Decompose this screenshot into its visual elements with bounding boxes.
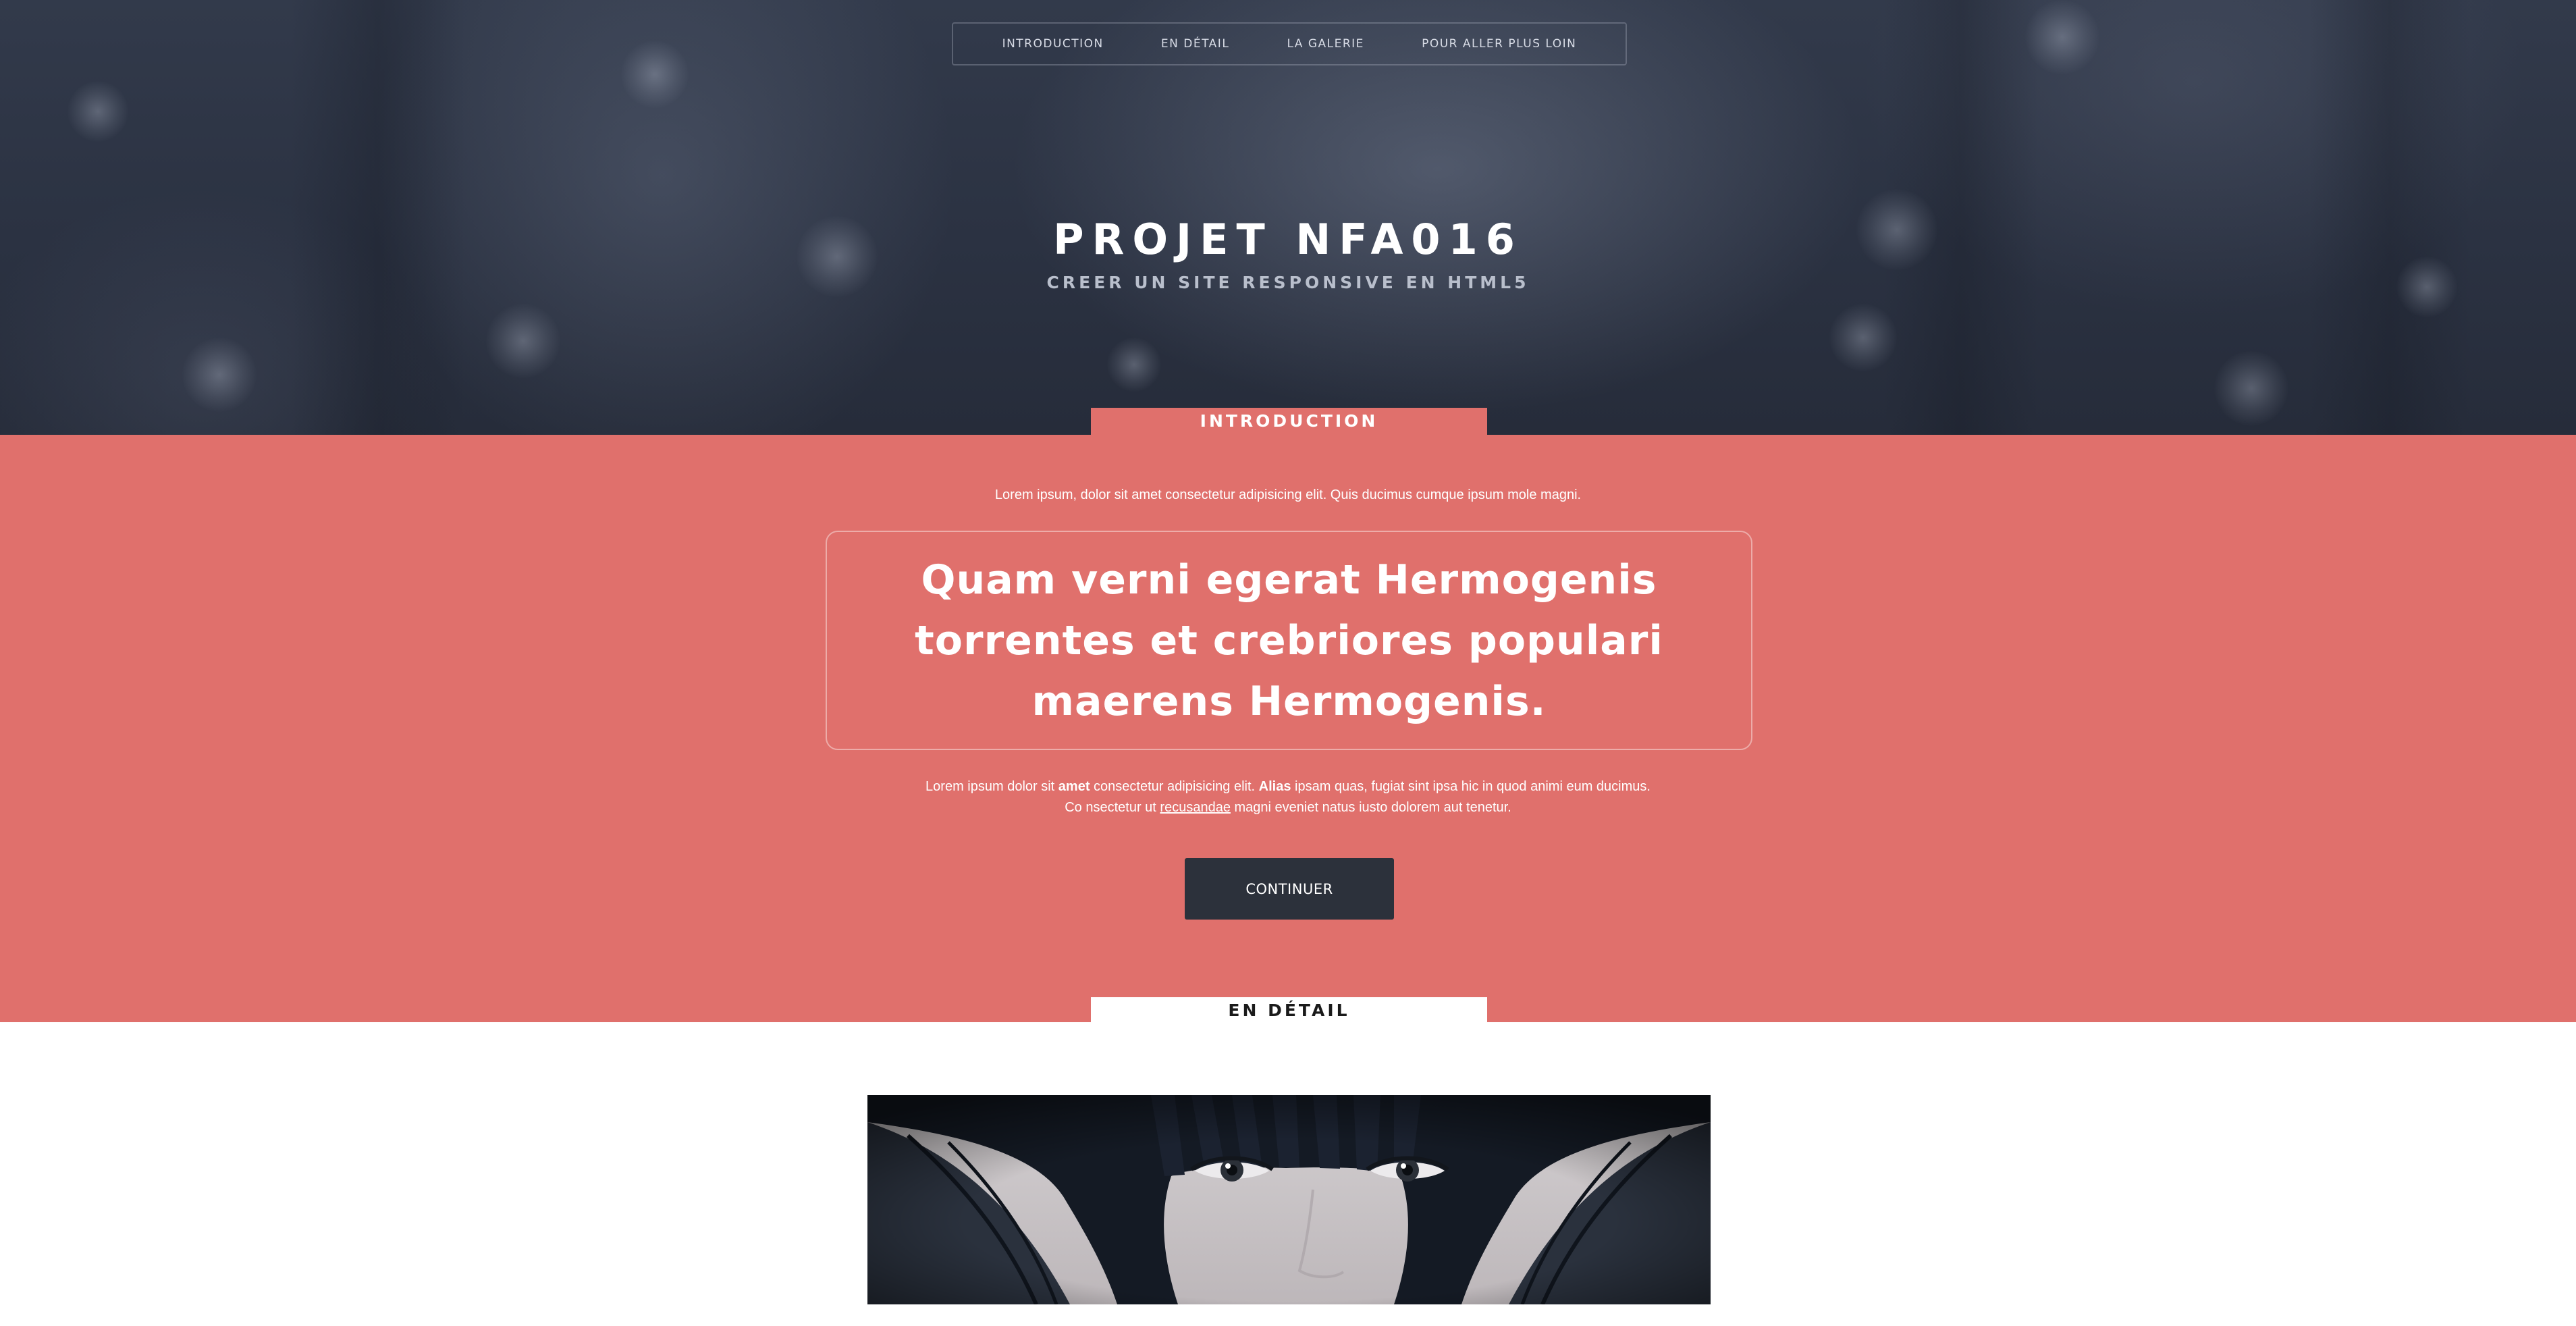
bokeh-light [1829, 304, 1897, 371]
intro-quote: Quam verni egerat Hermogenis torrentes e… [915, 556, 1663, 725]
intro-body-text: Lorem ipsum dolor sit amet consectetur a… [0, 776, 2576, 818]
hero-banner: INTRODUCTION EN DÉTAIL LA GALERIE POUR A… [0, 0, 2576, 435]
page-subtitle: CREER UN SITE RESPONSIVE EN HTML5 [1046, 273, 1530, 292]
page-title: PROJET NFA016 [1053, 215, 1523, 264]
intro-body-segment: Lorem ipsum dolor sit [925, 779, 1058, 794]
bokeh-light [2025, 0, 2099, 74]
section-tab-en-detail: EN DÉTAIL [1091, 997, 1487, 1024]
section-tab-introduction: INTRODUCTION [1091, 408, 1487, 435]
intro-body-segment: Co nsectetur ut [1065, 800, 1160, 815]
intro-body-bold: Alias [1258, 779, 1291, 794]
bokeh-light [2214, 351, 2288, 425]
intro-body-segment: consectetur adipisicing elit. [1090, 779, 1259, 794]
continue-button[interactable]: CONTINUER [1185, 858, 1394, 920]
intro-body-bold: amet [1058, 779, 1090, 794]
bokeh-light [68, 81, 128, 142]
main-nav: INTRODUCTION EN DÉTAIL LA GALERIE POUR A… [952, 22, 1627, 65]
nav-item-la-galerie[interactable]: LA GALERIE [1287, 37, 1364, 51]
intro-section: Lorem ipsum, dolor sit amet consectetur … [0, 435, 2576, 1022]
bokeh-light [621, 41, 689, 108]
bokeh-light [1107, 338, 1161, 392]
quote-box: Quam verni egerat Hermogenis torrentes e… [826, 531, 1752, 750]
intro-body-segment: magni eveniet natus iusto dolorem aut te… [1230, 800, 1511, 815]
intro-body-segment: ipsam quas, fugiat sint ipsa hic in quod… [1291, 779, 1651, 794]
nav-item-pour-aller-plus-loin[interactable]: POUR ALLER PLUS LOIN [1422, 37, 1576, 51]
bokeh-light [486, 304, 560, 378]
intro-lead-text: Lorem ipsum, dolor sit amet consectetur … [994, 487, 1582, 502]
intro-body-link[interactable]: recusandae [1160, 800, 1231, 815]
detail-portrait-image [867, 1095, 1711, 1304]
bokeh-light [182, 338, 257, 412]
portrait-illustration [867, 1095, 1711, 1304]
nav-item-introduction[interactable]: INTRODUCTION [1002, 37, 1104, 51]
nav-item-en-detail[interactable]: EN DÉTAIL [1161, 37, 1229, 51]
